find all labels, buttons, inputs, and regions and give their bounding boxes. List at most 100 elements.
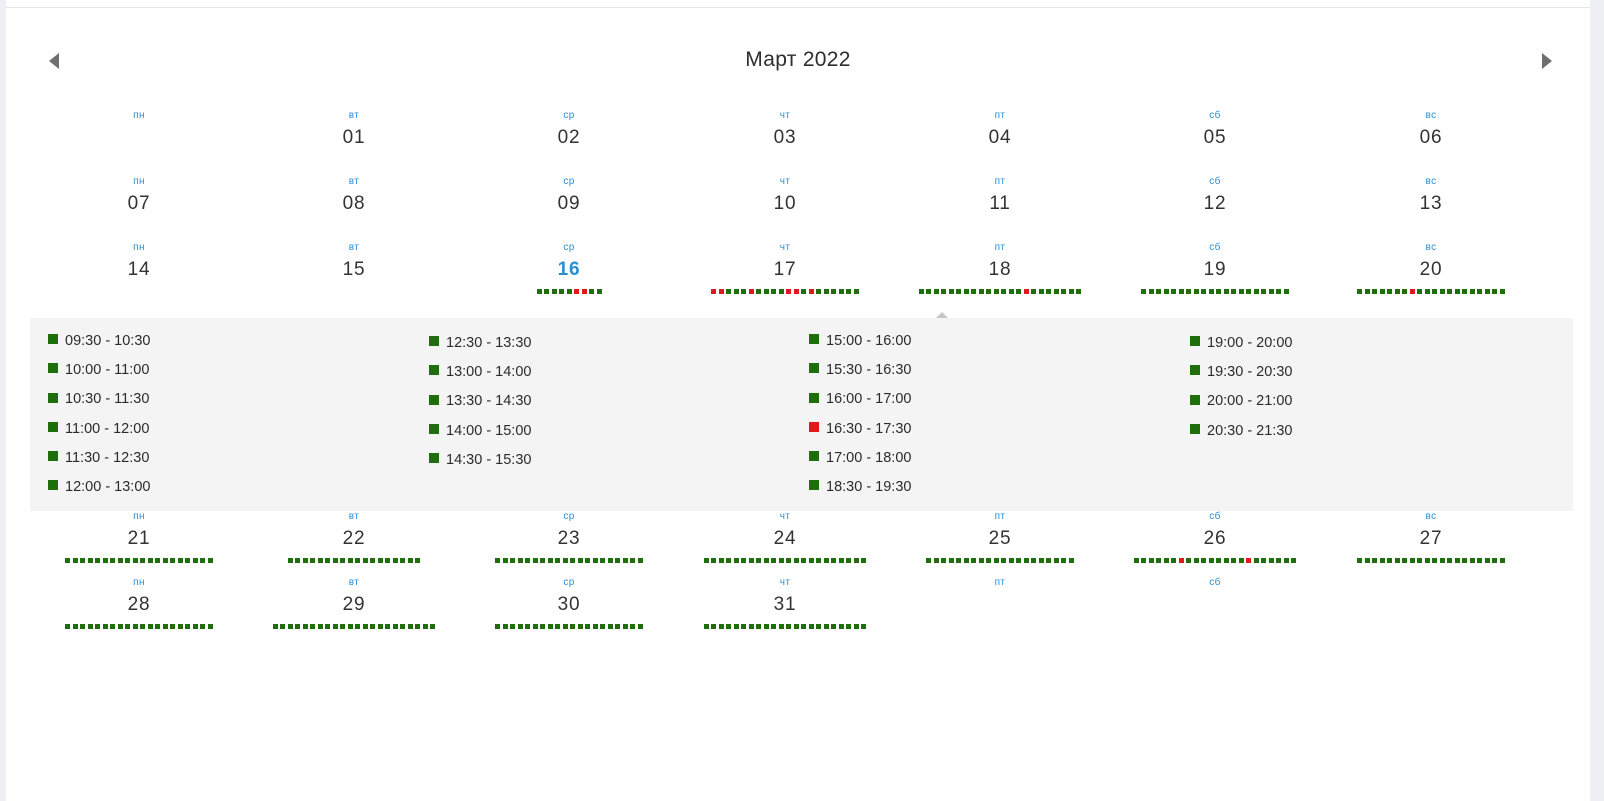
day-07[interactable]: 07 (99, 193, 179, 215)
available-slot-marker (147, 624, 153, 629)
weekday-label: вт (348, 577, 360, 588)
day-17[interactable]: 17 (745, 259, 825, 281)
time-slot[interactable]: 17:00 - 18:00 (809, 450, 911, 468)
time-slot[interactable]: 13:00 - 14:00 (429, 364, 531, 382)
day-24[interactable]: 24 (745, 528, 825, 550)
day-01[interactable]: 01 (314, 127, 394, 149)
time-slot[interactable]: 11:30 - 12:30 (48, 450, 149, 468)
day-13[interactable]: 13 (1391, 193, 1471, 215)
available-slot-marker (1008, 558, 1014, 563)
weekday-label: вт (348, 176, 360, 187)
available-square-icon (48, 480, 58, 491)
available-slot-marker (711, 558, 717, 563)
time-slot[interactable]: 20:30 - 21:30 (1190, 423, 1292, 441)
time-slot[interactable]: 09:30 - 10:30 (48, 333, 150, 351)
time-slot[interactable]: 20:00 - 21:00 (1190, 393, 1292, 411)
day-30[interactable]: 30 (529, 594, 609, 616)
available-slot-marker (1031, 558, 1037, 563)
available-slot-marker (1432, 558, 1438, 563)
day-26[interactable]: 26 (1175, 528, 1255, 550)
day-05[interactable]: 05 (1175, 127, 1255, 149)
day-23[interactable]: 23 (529, 528, 609, 550)
day-08[interactable]: 08 (314, 193, 394, 215)
available-slot-marker (559, 289, 564, 294)
available-slot-marker (933, 558, 939, 563)
day-02[interactable]: 02 (529, 127, 609, 149)
time-slot[interactable]: 13:30 - 14:30 (429, 393, 531, 411)
available-slot-marker (801, 289, 807, 294)
day-19[interactable]: 19 (1175, 259, 1255, 281)
next-month-icon[interactable] (1542, 53, 1552, 69)
available-slot-marker (555, 558, 561, 563)
day-25[interactable]: 25 (960, 528, 1040, 550)
available-slot-marker (793, 558, 799, 563)
booked-slot-marker (808, 289, 814, 294)
time-slot[interactable]: 11:00 - 12:00 (48, 421, 149, 439)
available-slot-marker (1163, 289, 1169, 294)
available-slot-marker (1216, 558, 1222, 563)
available-slot-marker (861, 558, 867, 563)
available-slot-marker (846, 289, 852, 294)
day-15[interactable]: 15 (314, 259, 394, 281)
available-slot-marker (1171, 558, 1177, 563)
availability-bar (495, 558, 643, 563)
day-28[interactable]: 28 (99, 594, 179, 616)
available-slot-marker (733, 558, 739, 563)
day-29[interactable]: 29 (314, 594, 394, 616)
weekday-label: пт (994, 176, 1006, 187)
time-slot[interactable]: 15:00 - 16:00 (809, 333, 911, 351)
day-27[interactable]: 27 (1391, 528, 1471, 550)
time-slot[interactable]: 15:30 - 16:30 (809, 362, 911, 380)
available-slot-marker (577, 558, 583, 563)
available-slot-marker (185, 558, 191, 563)
time-slot[interactable]: 18:30 - 19:30 (809, 479, 911, 497)
day-18[interactable]: 18 (960, 259, 1040, 281)
available-slot-marker (1223, 289, 1229, 294)
available-slot-marker (117, 558, 123, 563)
available-slot-marker (748, 558, 754, 563)
day-03[interactable]: 03 (745, 127, 825, 149)
available-slot-marker (502, 624, 508, 629)
available-slot-marker (846, 558, 852, 563)
available-slot-marker (741, 558, 747, 563)
time-slot[interactable]: 19:00 - 20:00 (1190, 335, 1292, 353)
available-slot-marker (540, 624, 546, 629)
available-slot-marker (1469, 558, 1475, 563)
day-10[interactable]: 10 (745, 193, 825, 215)
available-slot-marker (1402, 558, 1408, 563)
time-slot[interactable]: 12:30 - 13:30 (429, 335, 531, 353)
available-slot-marker (200, 624, 206, 629)
time-slot[interactable]: 10:00 - 11:00 (48, 362, 149, 380)
booked-slot-marker (711, 289, 717, 294)
available-slot-marker (577, 624, 583, 629)
time-slot[interactable]: 16:00 - 17:00 (809, 391, 911, 409)
time-slot[interactable]: 14:30 - 15:30 (429, 452, 531, 470)
time-slot[interactable]: 10:30 - 11:30 (48, 391, 149, 409)
time-slot[interactable]: 14:00 - 15:00 (429, 423, 531, 441)
day-12[interactable]: 12 (1175, 193, 1255, 215)
time-slot-label: 13:00 - 14:00 (446, 364, 532, 381)
day-20[interactable]: 20 (1391, 259, 1471, 281)
weekday-label: ср (563, 577, 575, 588)
available-square-icon (809, 450, 819, 461)
day-09[interactable]: 09 (529, 193, 609, 215)
day-22[interactable]: 22 (314, 528, 394, 550)
available-slot-marker (986, 558, 992, 563)
day-04[interactable]: 04 (960, 127, 1040, 149)
day-31[interactable]: 31 (745, 594, 825, 616)
day-14[interactable]: 14 (99, 259, 179, 281)
available-square-icon (1190, 423, 1200, 434)
day-16[interactable]: 16 (529, 259, 609, 281)
day-06[interactable]: 06 (1391, 127, 1471, 149)
time-slot[interactable]: 16:30 - 17:30 (809, 421, 911, 439)
availability-bar (65, 624, 213, 629)
available-slot-marker (808, 558, 814, 563)
day-11[interactable]: 11 (960, 193, 1040, 215)
day-21[interactable]: 21 (99, 528, 179, 550)
time-slot[interactable]: 12:00 - 13:00 (48, 479, 150, 497)
available-slot-marker (600, 624, 606, 629)
calendar-panel: Март 2022 пн вт 01 ср 02 чт 03 пт 04 сб 05 вс 06 пн 07… (6, 0, 1590, 801)
time-slot[interactable]: 19:30 - 20:30 (1190, 364, 1292, 382)
available-slot-marker (956, 289, 962, 294)
available-slot-marker (838, 558, 844, 563)
